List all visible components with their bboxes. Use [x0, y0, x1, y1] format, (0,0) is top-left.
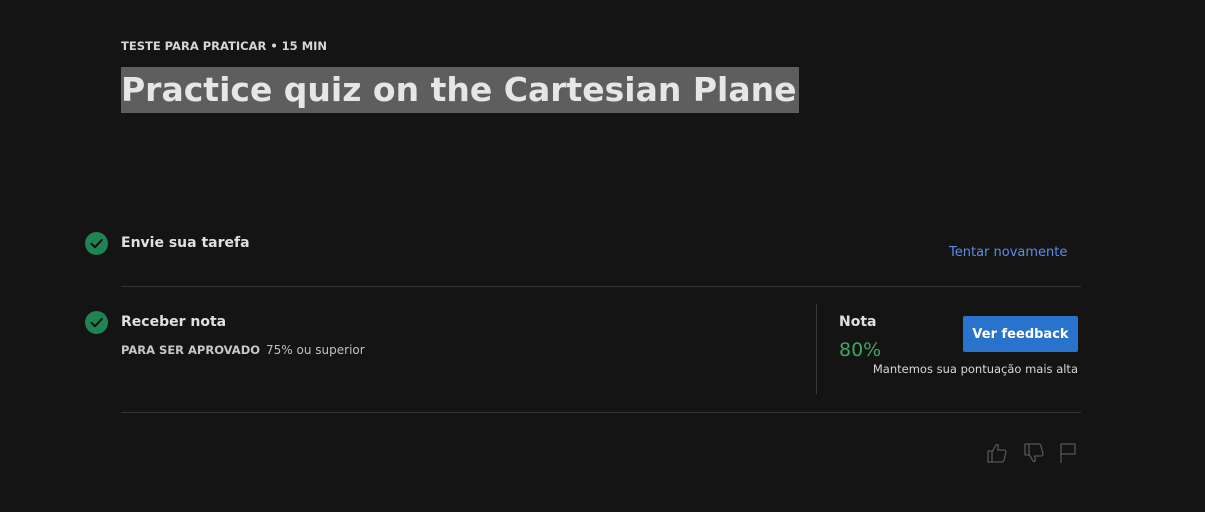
check-circle-icon	[85, 232, 108, 255]
grade-value: 80%	[839, 339, 882, 361]
vertical-divider	[816, 304, 817, 394]
check-circle-icon	[85, 311, 108, 334]
highest-score-note: Mantemos sua pontuação mais alta	[872, 362, 1078, 376]
view-feedback-button[interactable]: Ver feedback	[963, 316, 1078, 352]
step-grade-title: Receber nota	[121, 314, 227, 330]
divider	[121, 412, 1081, 413]
thumbs-up-icon[interactable]	[985, 441, 1009, 465]
thumbs-down-icon[interactable]	[1022, 441, 1046, 465]
flag-icon[interactable]	[1057, 441, 1081, 465]
page-title: Practice quiz on the Cartesian Plane	[121, 67, 799, 113]
eyebrow-label: TESTE PARA PRATICAR • 15 MIN	[121, 39, 328, 53]
grade-label: Nota	[839, 314, 877, 330]
pass-label: PARA SER APROVADO	[121, 343, 261, 357]
pass-value: 75% ou superior	[266, 343, 365, 357]
retry-link[interactable]: Tentar novamente	[949, 245, 1067, 260]
divider	[121, 286, 1081, 287]
page: TESTE PARA PRATICAR • 15 MIN Practice qu…	[0, 0, 1205, 512]
step-submit-title: Envie sua tarefa	[121, 235, 250, 251]
pass-requirement: PARA SER APROVADO 75% ou superior	[121, 343, 365, 357]
